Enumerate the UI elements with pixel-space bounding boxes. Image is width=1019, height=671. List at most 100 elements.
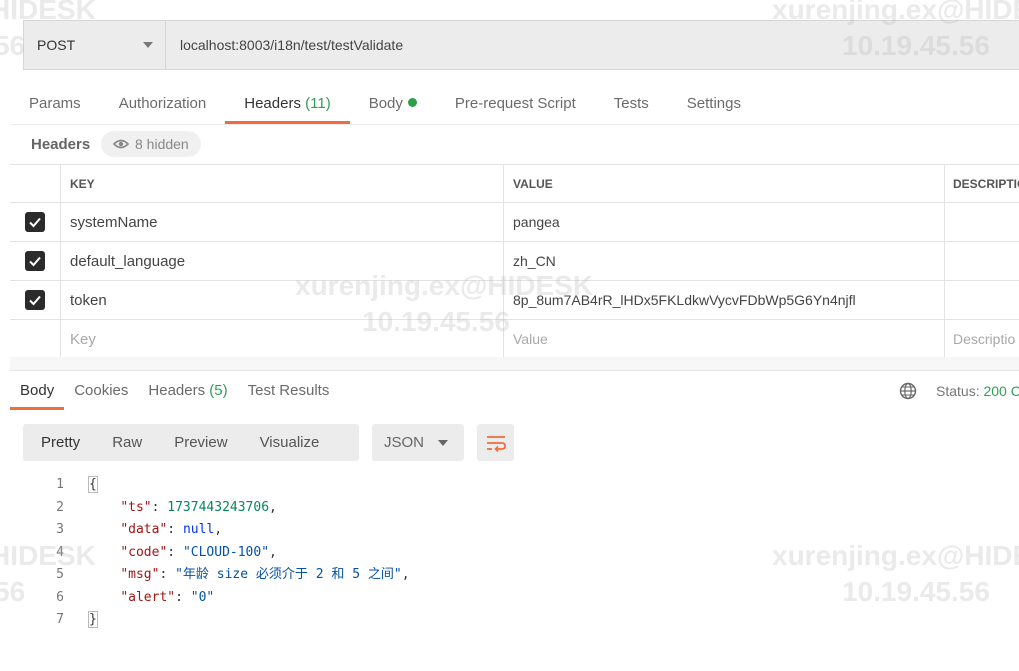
tab-pre-request-script[interactable]: Pre-request Script	[436, 84, 595, 124]
tab-body[interactable]: Body	[350, 84, 436, 124]
json-key: "msg"	[120, 567, 160, 582]
new-description-input[interactable]: Descriptio	[944, 320, 1019, 358]
code-line: 6 "alert": "0"	[23, 587, 923, 610]
line-number: 6	[56, 589, 64, 605]
line-number: 5	[56, 567, 64, 582]
tab-settings[interactable]: Settings	[668, 84, 760, 124]
table-row-new: Key Value Descriptio	[10, 320, 1019, 359]
code-line: 4 "code": "CLOUD-100",	[23, 542, 923, 565]
watermark: 56	[0, 576, 26, 607]
tab-authorization[interactable]: Authorization	[100, 84, 226, 124]
view-preview-button[interactable]: Preview	[158, 424, 243, 461]
response-tab-headers[interactable]: Headers (5)	[138, 372, 237, 410]
response-body-viewer[interactable]: 1{ 2 "ts": 1737443243706, 3 "data": null…	[23, 474, 923, 632]
response-tabs: Body Cookies Headers (5) Test Results	[10, 372, 339, 410]
response-tab-body[interactable]: Body	[10, 372, 65, 410]
status-code[interactable]: 200 C	[983, 383, 1019, 399]
tab-label: Headers	[148, 382, 206, 399]
json-number: 1737443243706	[167, 499, 270, 515]
line-content: "alert": "0"	[120, 589, 215, 605]
header-key-input[interactable]: systemName	[60, 203, 503, 241]
table-header-row: KEY VALUE DESCRIPTIO	[10, 165, 1019, 203]
code-line: 2 "ts": 1737443243706,	[23, 497, 923, 520]
line-content: {	[64, 474, 98, 497]
line-content: "ts": 1737443243706,	[120, 499, 277, 515]
row-enabled-checkbox[interactable]	[25, 290, 45, 310]
header-key-input[interactable]: default_language	[60, 242, 503, 280]
header-check-cell	[10, 165, 60, 202]
response-tab-test-results[interactable]: Test Results	[238, 372, 340, 410]
url-input[interactable]: localhost:8003/i18n/test/testValidate	[166, 20, 1019, 70]
wrap-lines-button[interactable]	[477, 424, 514, 461]
json-key: "alert"	[120, 589, 176, 605]
headers-section-label: Headers	[31, 136, 91, 153]
tab-label: Params	[29, 95, 81, 112]
format-select[interactable]: JSON	[372, 424, 464, 461]
code-line: 1{	[23, 474, 923, 497]
row-enabled-checkbox[interactable]	[25, 212, 45, 232]
new-value-input[interactable]: Value	[503, 320, 944, 358]
line-content: "data": null,	[120, 522, 223, 537]
chevron-down-icon	[143, 42, 153, 48]
header-description-input[interactable]	[944, 203, 1019, 241]
response-tab-cookies[interactable]: Cookies	[64, 372, 138, 410]
tab-label: Test Results	[247, 382, 330, 399]
line-number: 7	[56, 612, 64, 627]
header-description-input[interactable]	[944, 242, 1019, 280]
method-select[interactable]: POST	[23, 20, 166, 70]
tab-headers[interactable]: Headers (11)	[225, 84, 351, 124]
header-value-input[interactable]: zh_CN	[503, 242, 944, 280]
modified-dot-icon	[407, 98, 417, 107]
hidden-headers-toggle[interactable]: 8 hidden	[101, 131, 201, 157]
tab-label: Cookies	[74, 382, 129, 399]
header-value-input[interactable]: 8p_8um7AB4rR_lHDx5FKLdkwVycvFDbWp5G6Yn4n…	[503, 281, 944, 319]
line-content: }	[64, 609, 98, 632]
view-visualize-button[interactable]: Visualize	[244, 424, 336, 461]
tab-label: Authorization	[118, 95, 207, 112]
status-label: Status:	[936, 383, 980, 399]
line-content: "msg": "年龄 size 必须介于 2 和 5 之间",	[120, 567, 410, 582]
json-key: "ts"	[120, 499, 152, 515]
json-key: "code"	[120, 544, 168, 560]
watermark: 56	[0, 30, 26, 61]
tab-params[interactable]: Params	[10, 84, 100, 124]
json-close-brace: }	[88, 611, 98, 628]
code-line: 7}	[23, 609, 923, 632]
pane-resize-handle[interactable]	[10, 357, 1019, 371]
request-tabs: Params Authorization Headers (11) Body P…	[10, 84, 760, 124]
code-line: 3 "data": null,	[23, 519, 923, 542]
view-raw-button[interactable]: Raw	[96, 424, 158, 461]
json-open-brace: {	[88, 476, 98, 493]
tab-tests[interactable]: Tests	[595, 84, 668, 124]
line-number: 1	[56, 477, 64, 492]
header-value-input[interactable]: pangea	[503, 203, 944, 241]
globe-icon[interactable]	[899, 382, 917, 400]
row-check-cell	[10, 242, 60, 280]
row-check-cell	[10, 281, 60, 319]
tab-label: Body	[368, 95, 403, 112]
request-bar: POST localhost:8003/i18n/test/testValida…	[23, 20, 1019, 70]
new-key-input[interactable]: Key	[60, 320, 503, 358]
checkmark-icon	[29, 256, 41, 267]
json-null: null	[182, 522, 215, 537]
code-line: 5 "msg": "年龄 size 必须介于 2 和 5 之间",	[23, 564, 923, 587]
view-pretty-button[interactable]: Pretty	[25, 424, 96, 461]
line-content: "code": "CLOUD-100",	[120, 544, 277, 560]
column-header-key: KEY	[60, 165, 503, 202]
header-key-input[interactable]: token	[60, 281, 503, 319]
checkmark-icon	[29, 295, 41, 306]
tab-label: Tests	[613, 95, 649, 112]
row-check-cell	[10, 203, 60, 241]
method-label: POST	[37, 37, 76, 53]
line-number: 4	[56, 544, 64, 560]
json-string: "年龄 size 必须介于 2 和 5 之间"	[175, 567, 402, 582]
hidden-count-label: 8 hidden	[135, 136, 189, 152]
header-description-input[interactable]	[944, 281, 1019, 319]
divider	[10, 124, 1019, 125]
row-enabled-checkbox[interactable]	[25, 251, 45, 271]
json-key: "data"	[120, 522, 168, 537]
row-check-cell	[10, 320, 60, 358]
tab-label: Settings	[686, 95, 741, 112]
checkmark-icon	[29, 217, 41, 228]
chevron-down-icon	[438, 440, 448, 446]
